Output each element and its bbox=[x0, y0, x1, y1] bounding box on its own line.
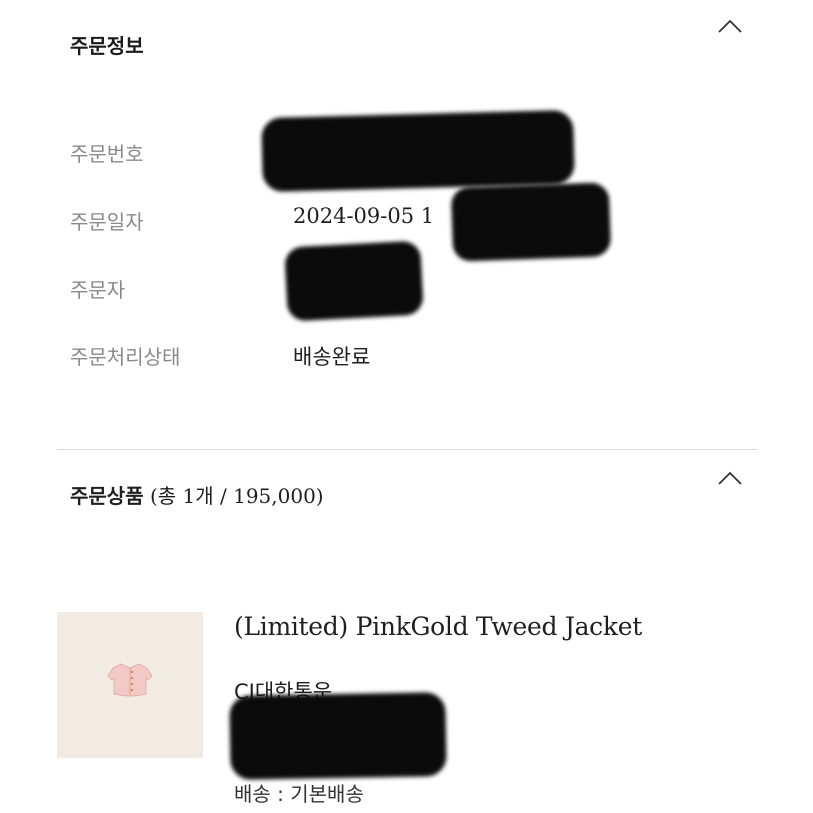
orderer-label: 주문자 bbox=[70, 278, 126, 302]
shipping-method: 배송 : 기본배송 bbox=[234, 782, 364, 806]
pink-jacket-image bbox=[107, 663, 153, 697]
chevron-up-icon[interactable] bbox=[718, 471, 742, 485]
product-thumbnail[interactable] bbox=[57, 612, 203, 758]
order-items-title: 주문상품 bbox=[70, 484, 144, 508]
order-items-summary: (총 1개 / 195,000) bbox=[149, 484, 324, 508]
redaction-mark bbox=[284, 240, 424, 322]
product-name[interactable]: (Limited) PinkGold Tweed Jacket bbox=[234, 612, 642, 641]
chevron-up-icon[interactable] bbox=[718, 19, 742, 33]
redaction-mark bbox=[261, 109, 575, 193]
order-info-title: 주문정보 bbox=[70, 34, 144, 58]
order-number-label: 주문번호 bbox=[70, 142, 144, 166]
order-status-label: 주문처리상태 bbox=[70, 345, 181, 369]
redaction-mark bbox=[229, 692, 447, 780]
redaction-mark bbox=[450, 182, 612, 262]
order-items-header: 주문상품 (총 1개 / 195,000) bbox=[70, 480, 324, 509]
order-date-value: 2024-09-05 1 bbox=[293, 204, 435, 228]
order-date-label: 주문일자 bbox=[70, 210, 144, 234]
order-status-value: 배송완료 bbox=[293, 345, 371, 369]
section-divider bbox=[57, 449, 757, 450]
